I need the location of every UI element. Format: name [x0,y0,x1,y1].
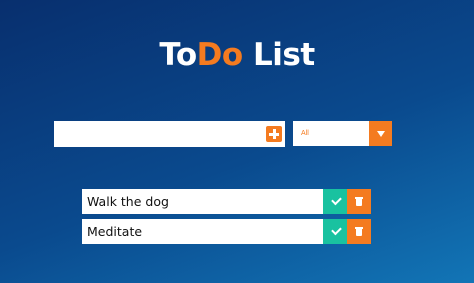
title-part-to: To [159,36,197,73]
plus-icon-stroke [272,129,276,139]
filter-selected-value: All [301,130,309,137]
check-icon [331,194,342,206]
title-part-do: Do [196,36,244,73]
todo-item: Meditate [82,219,371,244]
todo-item: Walk the dog [82,189,371,214]
check-icon [331,224,342,236]
complete-button[interactable] [323,189,347,214]
trash-icon-body [356,199,362,206]
title-part-list: List [242,36,315,73]
complete-button[interactable] [323,219,347,244]
todo-item-text: Walk the dog [82,189,323,214]
delete-button[interactable] [347,189,371,214]
trash-icon-body [356,229,362,236]
todo-item-text: Meditate [82,219,323,244]
add-todo-button[interactable] [266,126,282,142]
delete-button[interactable] [347,219,371,244]
caret-down-icon[interactable] [369,121,392,146]
filter-select[interactable]: All [293,121,392,146]
page-title: ToDo List [0,31,474,79]
todo-input[interactable] [54,121,259,147]
todo-input-box [54,121,285,147]
